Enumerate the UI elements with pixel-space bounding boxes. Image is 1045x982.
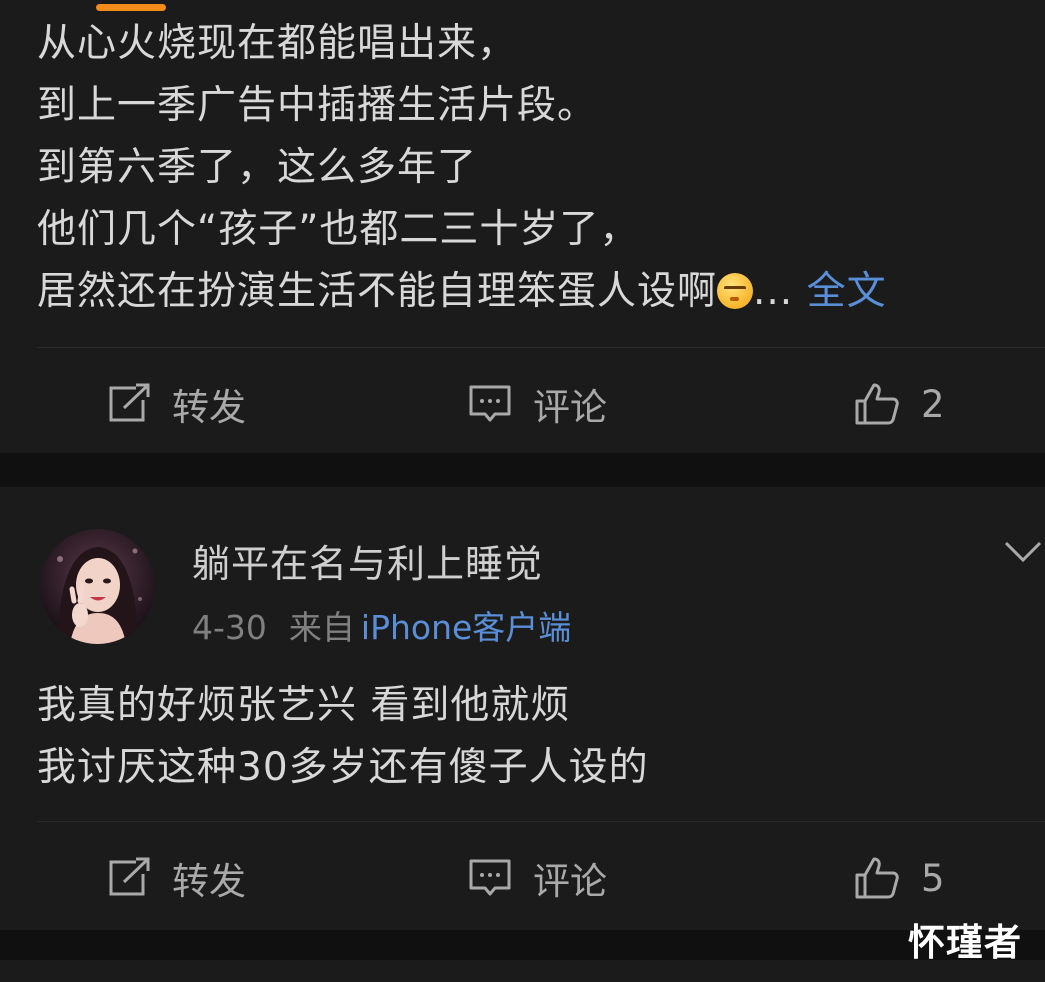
post-text-line: 居然还在扮演生活不能自理笨蛋人设啊... 全文 [37,261,887,323]
post-text-last-line: 居然还在扮演生活不能自理笨蛋人设啊 [37,269,718,314]
squinting-face-emoji-icon [717,273,754,309]
comment-label: 评论 [533,860,607,903]
post-card: 躺平在名与利上睡觉 4-30 来自 iPhone客户端 我真的好烦张艺兴 看到他就烦… [0,487,1045,930]
divider [37,821,1045,822]
post-text-line: 他们几个“孩子”也都二三十岁了， [37,207,640,252]
full-text-link[interactable]: 全文 [807,269,887,314]
repost-label: 转发 [172,386,246,429]
like-count: 5 [921,856,945,900]
post-text-line: 到第六季了，这么多年了 [37,145,478,190]
comment-button[interactable]: 评论 [467,852,607,904]
post-card [0,960,1045,982]
comment-button[interactable]: 评论 [467,378,607,430]
post-card: 从心火烧现在都能唱出来， 到上一季广告中插播生活片段。 到第六季了，这么多年了 … [0,0,1045,453]
post-text-line: 从心火烧现在都能唱出来， [37,21,518,66]
post-meta: 4-30 来自 iPhone客户端 [192,601,571,649]
comment-icon [467,382,513,426]
post-text[interactable]: 从心火烧现在都能唱出来， 到上一季广告中插播生活片段。 到第六季了，这么多年了 … [37,13,887,323]
repost-icon [106,856,152,900]
tab-indicator [96,4,166,11]
post-text-line: 我讨厌这种30多岁还有傻子人设的 [37,745,649,790]
watermark: 怀瑾者 [908,921,1022,964]
repost-button[interactable]: 转发 [106,378,246,430]
avatar[interactable] [40,529,155,644]
post-text-line: 到上一季广告中插播生活片段。 [37,83,598,128]
chevron-down-icon[interactable] [1002,539,1045,569]
repost-label: 转发 [172,860,246,903]
post-text[interactable]: 我真的好烦张艺兴 看到他就烦 我讨厌这种30多岁还有傻子人设的 [37,675,649,799]
thumbs-up-icon [853,381,901,427]
like-button[interactable]: 2 [853,378,945,430]
feed: 从心火烧现在都能唱出来， 到上一季广告中插播生活片段。 到第六季了，这么多年了 … [0,0,1045,982]
like-button[interactable]: 5 [853,852,945,904]
repost-icon [106,382,152,426]
client-link[interactable]: iPhone客户端 [361,608,571,647]
comment-label: 评论 [533,386,607,429]
post-date: 4-30 [192,608,267,647]
source-prefix: 来自 [288,608,355,647]
repost-button[interactable]: 转发 [106,852,246,904]
username[interactable]: 躺平在名与利上睡觉 [192,533,543,588]
divider [37,347,1045,348]
comment-icon [467,856,513,900]
like-count: 2 [921,382,945,426]
ellipsis: ... [753,269,794,314]
thumbs-up-icon [853,855,901,901]
post-text-line: 我真的好烦张艺兴 看到他就烦 [37,683,571,728]
